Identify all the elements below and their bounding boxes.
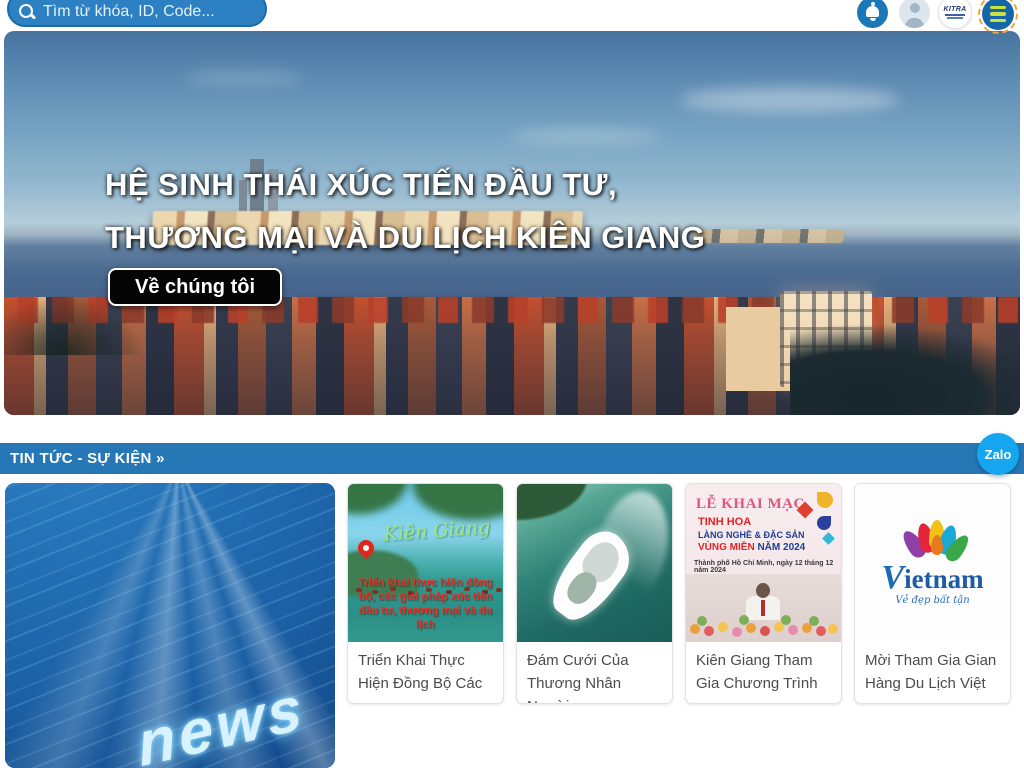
news-card-image: Vietnam Vẻ đẹp bất tận [855, 484, 1010, 642]
news-card-title[interactable]: Triển Khai Thực Hiện Đồng Bộ Các [348, 642, 503, 703]
news-section-title-link[interactable]: TIN TỨC - SỰ KIỆN » [10, 450, 165, 467]
vietnam-logo-tagline: Vẻ đẹp bất tận [895, 595, 969, 606]
poster-line4: VÙNG MIỀN NĂM 2024 [698, 542, 805, 553]
news-card-title[interactable]: Mời Tham Gia Gian Hàng Du Lịch Việt [855, 642, 1010, 703]
top-header: KITRA [0, 0, 1024, 31]
news-card-image: LỄ KHAI MẠC TINH HOA LÀNG NGHỀ & ĐẶC SẢN… [686, 484, 841, 642]
news-cards-row: news Kiên Giang Triển khai thực hiện đồn… [0, 474, 1024, 768]
hero-title: HỆ SINH THÁI XÚC TIẾN ĐẦU TƯ, THƯƠNG MẠI… [105, 158, 705, 264]
news-card[interactable]: Kiên Giang Triển khai thực hiện đồng bộ,… [347, 483, 504, 704]
brand-logo-text: KITRA [944, 6, 967, 13]
flowers-graphic [690, 624, 700, 634]
card-image-overlay-text: Triển khai thực hiện đồng bộ, các giải p… [350, 576, 501, 632]
hamburger-icon [982, 0, 1014, 30]
news-card-title[interactable]: Kiên Giang Tham Gia Chương Trình [686, 642, 841, 703]
poster-line5: Thành phố Hồ Chí Minh, ngày 12 tháng 12 … [694, 560, 841, 574]
user-icon [910, 3, 920, 13]
search-icon [19, 4, 35, 20]
hero-title-line2: THƯƠNG MẠI VÀ DU LỊCH KIÊN GIANG [105, 211, 705, 264]
hero-title-line1: HỆ SINH THÁI XÚC TIẾN ĐẦU TƯ, [105, 158, 705, 211]
poster-line3: LÀNG NGHỀ & ĐẶC SẢN [698, 530, 805, 540]
search-bar[interactable] [7, 0, 267, 27]
news-card-image [517, 484, 672, 642]
poster-line1: LỄ KHAI MẠC [696, 496, 805, 513]
hero-banner: HỆ SINH THÁI XÚC TIẾN ĐẦU TƯ, THƯƠNG MẠI… [4, 31, 1020, 415]
bell-icon [866, 6, 879, 17]
notifications-button[interactable] [857, 0, 888, 28]
news-card-title[interactable]: Đám Cưới Của Thương Nhân Người [517, 642, 672, 703]
news-section-header: TIN TỨC - SỰ KIỆN » [0, 443, 1024, 474]
zalo-chat-button[interactable]: Zalo [977, 433, 1019, 475]
featured-news-image[interactable]: news [5, 483, 335, 768]
main-menu-button[interactable] [978, 0, 1018, 34]
poster-line2: TINH HOA [698, 516, 751, 528]
brand-logo[interactable]: KITRA [938, 0, 972, 29]
poster-logo-graphic [799, 492, 833, 544]
lotus-logo-graphic [898, 523, 968, 567]
about-us-button[interactable]: Về chúng tôi [108, 268, 282, 306]
news-card[interactable]: LỄ KHAI MẠC TINH HOA LÀNG NGHỀ & ĐẶC SẢN… [685, 483, 842, 704]
news-card[interactable]: Đám Cưới Của Thương Nhân Người [516, 483, 673, 704]
news-card[interactable]: Vietnam Vẻ đẹp bất tận Mời Tham Gia Gian… [854, 483, 1011, 704]
news-card-image: Kiên Giang Triển khai thực hiện đồng bộ,… [348, 484, 503, 642]
card-image-caption: Kiên Giang [371, 515, 502, 546]
search-input[interactable] [43, 3, 255, 21]
speaker-graphic [756, 583, 770, 598]
user-avatar-button[interactable] [899, 0, 930, 28]
